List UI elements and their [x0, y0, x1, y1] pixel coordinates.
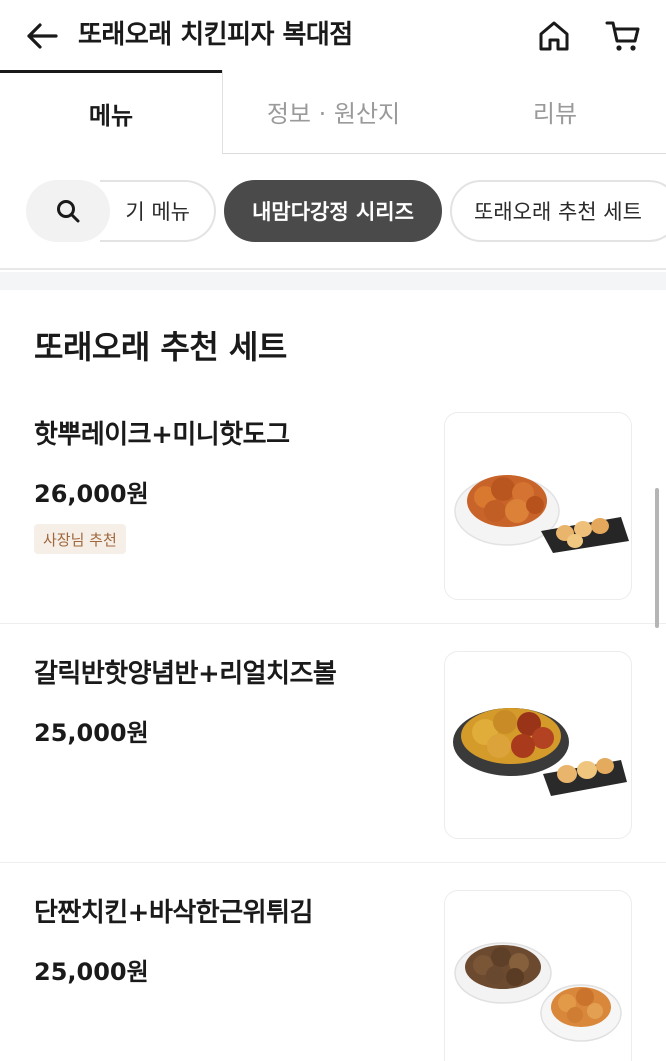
menu-item-name: 단짠치킨+바삭한근위튀김	[34, 898, 313, 928]
menu-item-name: 핫뿌레이크+미니핫도그	[34, 420, 290, 450]
tab-review[interactable]: 리뷰	[444, 70, 666, 154]
scrollbar[interactable]	[655, 488, 659, 628]
divider	[0, 268, 666, 270]
tab-info-origin[interactable]: 정보 · 원산지	[222, 70, 444, 154]
section-title: 또래오래 추천 세트	[34, 328, 287, 366]
app-header: 또래오래 치킨피자 복대점	[0, 0, 666, 70]
section-gap	[0, 272, 666, 290]
menu-item-name: 갈릭반핫양념반+리얼치즈볼	[34, 659, 337, 689]
menu-item-photo	[444, 890, 632, 1061]
cart-button[interactable]	[600, 14, 646, 58]
arrow-left-icon	[27, 23, 58, 49]
menu-search-button[interactable]	[26, 180, 110, 242]
menu-item-price: 26,000원	[34, 480, 149, 508]
menu-item[interactable]: 단짠치킨+바삭한근위튀김 25,000원	[0, 864, 666, 1061]
menu-item-price: 25,000원	[34, 719, 149, 747]
back-button[interactable]	[22, 16, 62, 56]
menu-item[interactable]: 핫뿌레이크+미니핫도그 26,000원 사장님 추천	[0, 386, 666, 624]
menu-item-photo	[444, 651, 632, 839]
home-icon	[539, 21, 569, 51]
category-chip-bar: 기 메뉴 내맘다강정 시리즈 또래오래 추천 세트	[0, 154, 666, 266]
chip-category-prev[interactable]: 기 메뉴	[100, 180, 216, 242]
menu-item[interactable]: 갈릭반핫양념반+리얼치즈볼 25,000원	[0, 625, 666, 863]
search-icon	[57, 200, 80, 223]
store-tabs: 메뉴 정보 · 원산지 리뷰	[0, 70, 666, 154]
store-title: 또래오래 치킨피자 복대점	[78, 20, 353, 50]
chip-category-recommended-set[interactable]: 또래오래 추천 세트	[450, 180, 666, 242]
owner-recommend-badge: 사장님 추천	[34, 524, 126, 554]
chip-category-active[interactable]: 내맘다강정 시리즈	[224, 180, 442, 242]
menu-item-photo	[444, 412, 632, 600]
menu-item-price: 25,000원	[34, 958, 149, 986]
tab-menu[interactable]: 메뉴	[0, 70, 222, 154]
cart-icon	[605, 21, 640, 51]
home-button[interactable]	[532, 14, 576, 58]
